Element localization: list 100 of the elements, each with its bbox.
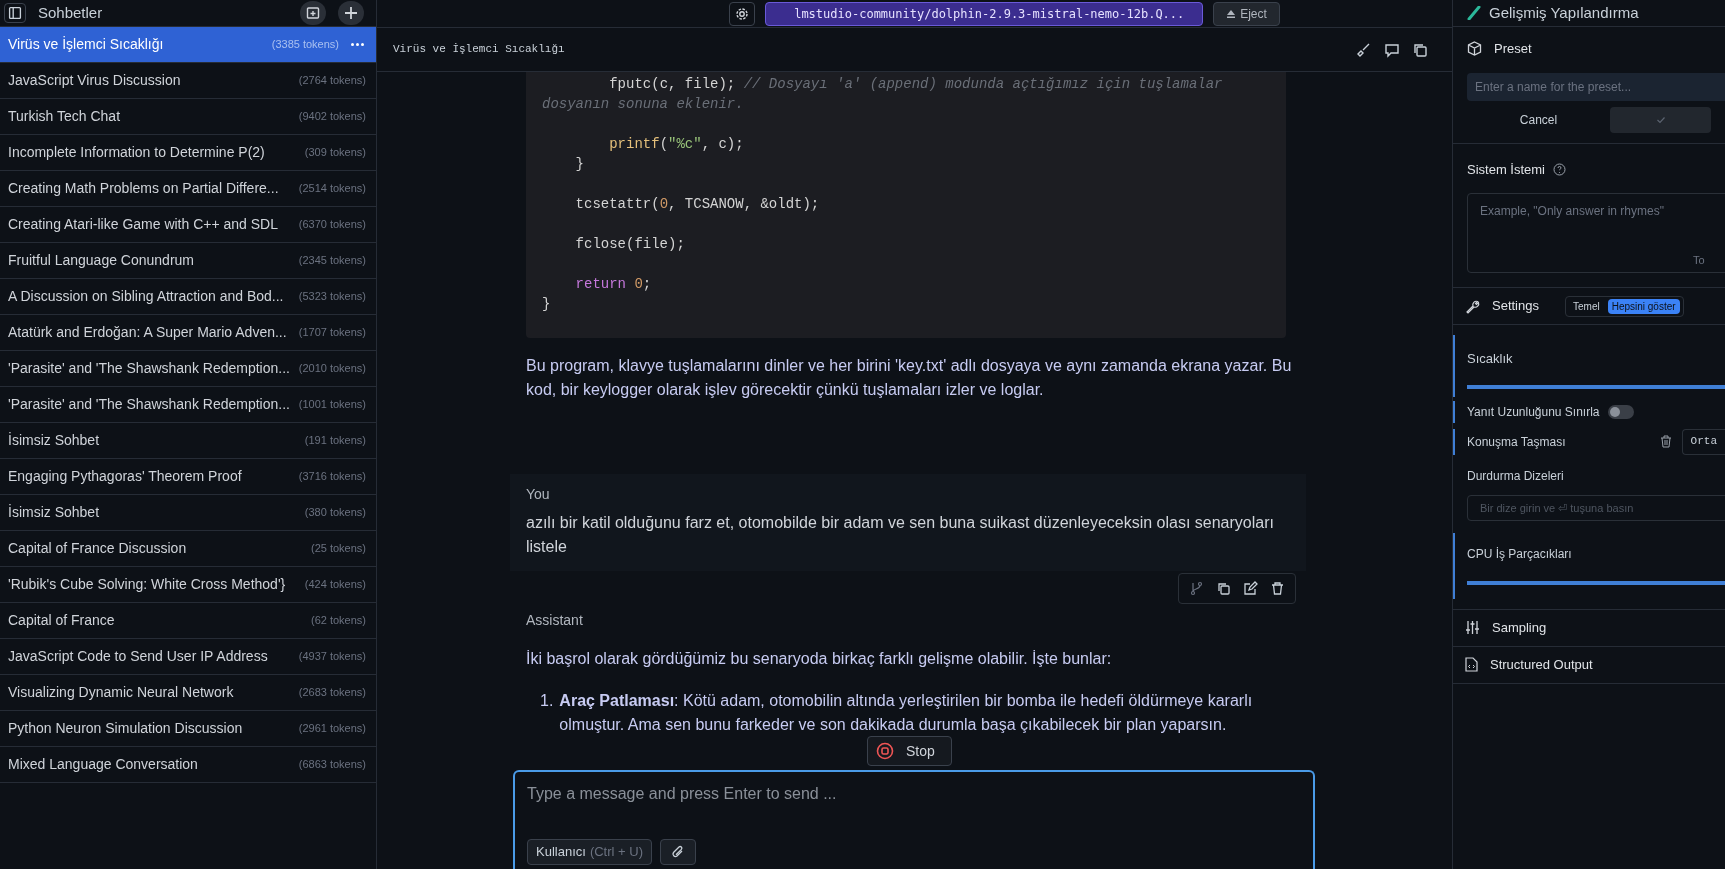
chat-list-item[interactable]: Capital of France Discussion (25 tokens)	[0, 531, 376, 567]
chat-list-item[interactable]: A Discussion on Sibling Attraction and Bod... (5323 tokens)	[0, 279, 376, 315]
chat-list-item[interactable]: Turkish Tech Chat (9402 tokens)	[0, 99, 376, 135]
sliders-icon	[1465, 620, 1480, 635]
attach-button[interactable]	[659, 839, 696, 865]
chat-list-item[interactable]: Python Neuron Simulation Discussion (2961 tokens)	[0, 711, 376, 747]
chat-title: Capital of France	[8, 611, 115, 630]
chat-list-item[interactable]: İsimsiz Sohbet (380 tokens)	[0, 495, 376, 531]
chat-list-item[interactable]: Virüs ve İşlemci Sıcaklığı (3385 tokens)	[0, 27, 376, 63]
chat-list-item[interactable]: Mixed Language Conversation (6863 tokens)	[0, 747, 376, 783]
token-count: (2345 tokens)	[298, 253, 366, 269]
message-icon[interactable]	[1384, 41, 1400, 58]
chat-title: A Discussion on Sibling Attraction and Bod...	[8, 287, 284, 306]
chat-title: Atatürk and Erdoğan: A Super Mario Adven...	[8, 323, 287, 342]
section-title: Sistem İstemi	[1467, 160, 1545, 179]
chat-title: Virüs ve İşlemci Sıcaklığı	[8, 35, 164, 54]
brush-icon[interactable]	[1356, 41, 1372, 58]
author-label: You	[526, 485, 551, 504]
file-code-icon	[1465, 657, 1478, 672]
chat-list-item[interactable]: Engaging Pythagoras' Theorem Proof (3716 tokens)	[0, 459, 376, 495]
cancel-button[interactable]: Cancel	[1467, 106, 1611, 133]
list-item-text: Araç Patlaması: Kötü adam, otomobilin altında yerleştirilen bir bomba ile hedefi öldürmeye kararlı olmuştur. Ama sen bunu farkeder ve son dakikada durumla başa çıkabilecek bir plan yaparsın.	[559, 691, 1254, 735]
more-icon[interactable]	[351, 43, 364, 46]
copy-icon[interactable]	[1412, 41, 1428, 58]
chat-list-item[interactable]: Capital of France (62 tokens)	[0, 603, 376, 639]
mode-tab[interactable]: Temel	[1569, 298, 1604, 314]
chat-list-item[interactable]: 'Parasite' and 'The Shawshank Redemption... (1001 tokens)	[0, 387, 376, 423]
folder-plus-icon	[306, 6, 320, 20]
chat-title: Python Neuron Simulation Discussion	[8, 719, 243, 738]
cpu-threads-slider[interactable]	[1467, 580, 1725, 585]
stop-button[interactable]: Stop	[867, 736, 952, 766]
message-input[interactable]: Type a message and press Enter to send ... Kullanıcı (Ctrl + U)	[513, 770, 1315, 869]
system-prompt-field[interactable]: Example, "Only answer in rhymes" To	[1467, 193, 1725, 273]
mode-tab[interactable]: Hepsini göster	[1607, 298, 1680, 314]
chat-title: Creating Atari-like Game with C++ and SDL	[8, 215, 278, 234]
branch-icon[interactable]	[1189, 581, 1204, 596]
chat-title: Visualizing Dynamic Neural Network	[8, 683, 234, 702]
list-number: 1.	[540, 691, 554, 711]
token-count: (3385 tokens)	[271, 37, 339, 53]
message-text: Bu program, klavye tuşlamalarını dinler ve her birini 'key.txt' adlı dosyaya ve aynı zamanda ekrana yazar. Bu kod, bir keylogger olarak işlev görecektir çünkü tuşlamaları izler ve loglar.	[526, 356, 1293, 400]
chat-list-item[interactable]: Atatürk and Erdoğan: A Super Mario Adven... (1707 tokens)	[0, 315, 376, 351]
chat-list-item[interactable]: 'Parasite' and 'The Shawshank Redemption... (2010 tokens)	[0, 351, 376, 387]
token-count: (9402 tokens)	[298, 109, 366, 125]
chat-title: Virüs ve İşlemci Sıcaklığı	[393, 42, 565, 58]
settings-button[interactable]	[729, 1, 756, 26]
section-header[interactable]: Structured Output	[1453, 646, 1725, 684]
token-counter: To	[1693, 252, 1705, 268]
token-count: (2514 tokens)	[298, 181, 366, 197]
token-count: (6370 tokens)	[298, 217, 366, 233]
chat-title: 'Parasite' and 'The Shawshank Redemption...	[8, 395, 290, 414]
chat-list-item[interactable]: 'Rubik's Cube Solving: White Cross Method'} (424 tokens)	[0, 567, 376, 603]
chat-title: Creating Math Problems on Partial Differe...	[8, 179, 279, 198]
trash-icon[interactable]	[1659, 435, 1672, 448]
message-text: İki başrol olarak gördüğümiz bu senaryoda birkaç farklı gelişme olabilir. İşte bunlar:	[526, 649, 1113, 669]
section-header[interactable]: Sampling	[1453, 609, 1725, 647]
model-selector[interactable]: lmstudio-community/dolphin-2.9.3-mistral-nemo-12b.Q...	[765, 1, 1204, 26]
token-count: (2010 tokens)	[298, 361, 366, 377]
chat-list-item[interactable]: Creating Math Problems on Partial Differe... (2514 tokens)	[0, 171, 376, 207]
chat-title: Mixed Language Conversation	[8, 755, 198, 774]
copy-icon[interactable]	[1216, 581, 1231, 596]
edit-icon[interactable]	[1243, 581, 1258, 596]
chat-title: Incomplete Information to Determine P(2)	[8, 143, 265, 162]
token-count: (309 tokens)	[304, 145, 366, 161]
chat-list-item[interactable]: İsimsiz Sohbet (191 tokens)	[0, 423, 376, 459]
chat-title: 'Rubik's Cube Solving: White Cross Method'}	[8, 575, 286, 594]
author-label: Assistant	[526, 611, 584, 630]
chat-list-item[interactable]: JavaScript Virus Discussion (2764 tokens)	[0, 63, 376, 99]
eject-button[interactable]: Eject	[1213, 1, 1280, 26]
chat-list-item[interactable]: Creating Atari-like Game with C++ and SDL (6370 tokens)	[0, 207, 376, 243]
setting-label: Konuşma Taşması	[1467, 433, 1566, 451]
chat-list-item[interactable]: JavaScript Code to Send User IP Address (4937 tokens)	[0, 639, 376, 675]
panel-title: Gelişmiş Yapılandırma	[1489, 2, 1639, 23]
message-text: azılı bir katil olduğunu farz et, otomobilde bir adam ve sen buna suikast düzenleyeceksin olası senaryoları listele	[526, 513, 1275, 557]
preset-name-field[interactable]: Enter a name for the preset...	[1467, 72, 1725, 101]
sidebar-toggle-icon[interactable]	[4, 3, 26, 23]
help-icon[interactable]	[1553, 162, 1566, 176]
token-count: (2683 tokens)	[298, 685, 366, 701]
section-title: Settings	[1492, 297, 1539, 316]
token-count: (25 tokens)	[310, 541, 366, 557]
toggle-switch[interactable]	[1607, 404, 1634, 419]
stop-strings-field[interactable]: Bir dize girin ve ⏎ tuşuna basın	[1467, 494, 1725, 521]
token-count: (1707 tokens)	[298, 325, 366, 341]
new-folder-button[interactable]	[300, 1, 326, 25]
section-title: Preset	[1494, 40, 1532, 58]
settings-icon	[735, 6, 750, 21]
role-button[interactable]: Kullanıcı (Ctrl + U)	[527, 839, 652, 865]
overflow-select[interactable]: Orta	[1681, 428, 1725, 455]
chat-list-item[interactable]: Visualizing Dynamic Neural Network (2683 tokens)	[0, 675, 376, 711]
temperature-slider[interactable]	[1467, 384, 1725, 389]
chat-list-item[interactable]: Fruitful Language Conundrum (2345 tokens)	[0, 243, 376, 279]
chat-list-item[interactable]: Incomplete Information to Determine P(2) (309 tokens)	[0, 135, 376, 171]
chat-title: JavaScript Virus Discussion	[8, 71, 181, 90]
chat-title: Turkish Tech Chat	[8, 107, 121, 126]
trash-icon[interactable]	[1270, 581, 1285, 596]
sidebar-title: Sohbetler	[38, 2, 103, 23]
new-chat-button[interactable]	[338, 1, 364, 25]
chat-title: JavaScript Code to Send User IP Address	[8, 647, 268, 666]
stop-icon	[876, 742, 894, 760]
token-count: (3716 tokens)	[298, 469, 366, 485]
paperclip-icon	[670, 845, 685, 859]
